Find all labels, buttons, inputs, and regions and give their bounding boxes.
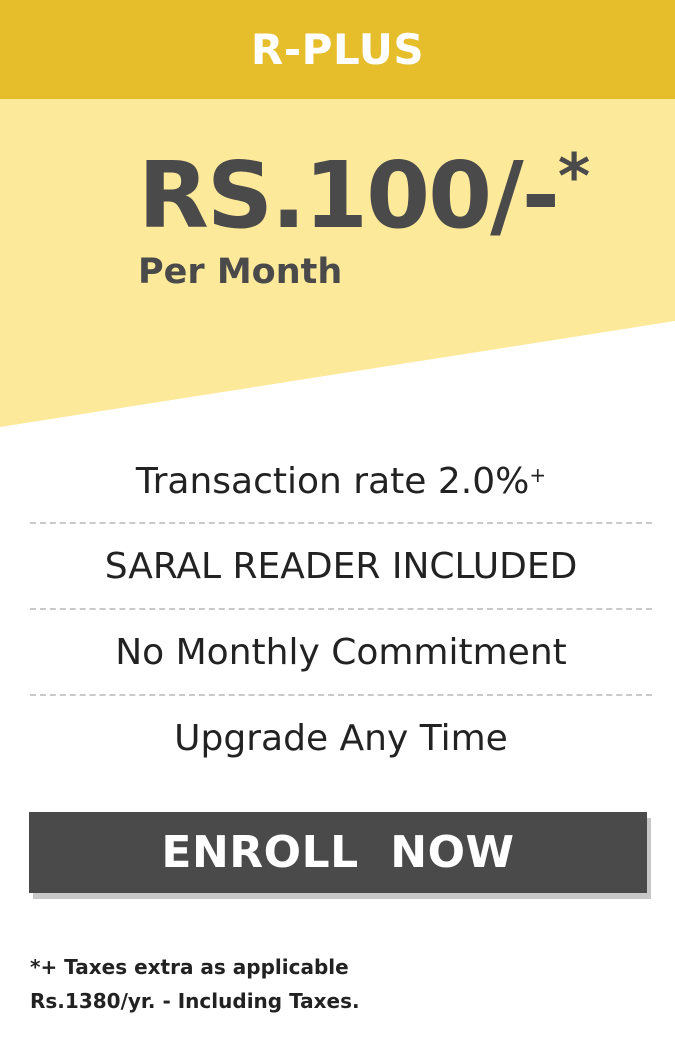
- feature-list: Transaction rate 2.0% + SARAL READER INCL…: [30, 440, 652, 780]
- plan-name: R-PLUS: [250, 25, 425, 74]
- price-period: Per Month: [138, 252, 343, 292]
- footnote-annual: Rs.1380/yr. - Including Taxes.: [30, 989, 360, 1013]
- feature-sup: +: [529, 463, 547, 487]
- footnote-taxes: *+ Taxes extra as applicable: [30, 955, 349, 979]
- feature-saral-reader: SARAL READER INCLUDED: [30, 524, 652, 608]
- feature-label: Upgrade Any Time: [174, 717, 508, 759]
- feature-label: No Monthly Commitment: [115, 631, 567, 673]
- feature-transaction-rate: Transaction rate 2.0% +: [30, 440, 652, 522]
- plan-header: R-PLUS: [0, 0, 675, 99]
- price-asterisk: *: [557, 140, 590, 213]
- feature-upgrade: Upgrade Any Time: [30, 696, 652, 780]
- footnotes: *+ Taxes extra as applicable Rs.1380/yr.…: [30, 950, 360, 1018]
- plan-price: RS.100/-*: [138, 146, 590, 242]
- feature-label: Transaction rate 2.0%: [135, 460, 530, 502]
- price-amount: RS.100/-: [138, 142, 560, 249]
- feature-label: SARAL READER INCLUDED: [104, 545, 578, 587]
- feature-no-commitment: No Monthly Commitment: [30, 610, 652, 694]
- enroll-now-button[interactable]: ENROLL NOW: [29, 812, 647, 893]
